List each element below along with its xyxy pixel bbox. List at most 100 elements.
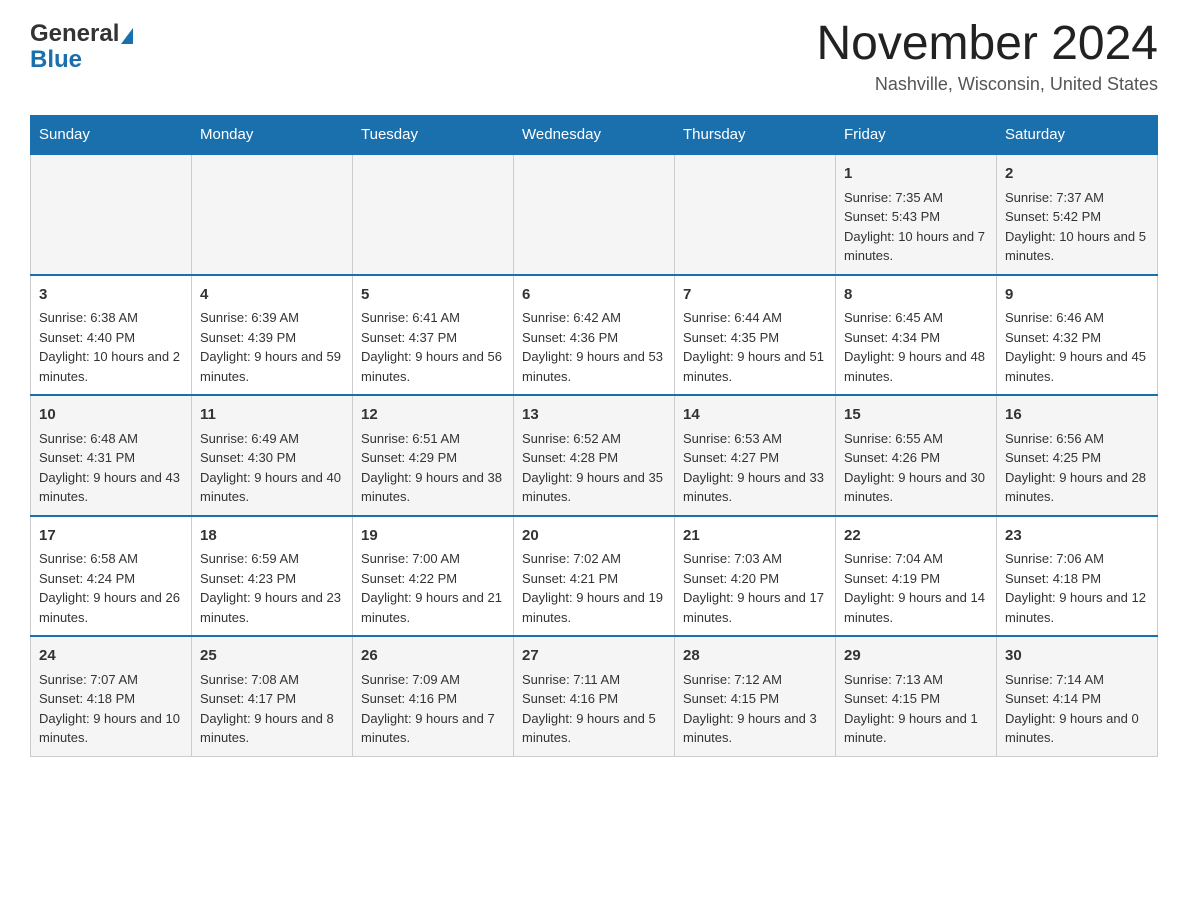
table-row: 4Sunrise: 6:39 AMSunset: 4:39 PMDaylight… <box>192 275 353 396</box>
table-row: 27Sunrise: 7:11 AMSunset: 4:16 PMDayligh… <box>514 636 675 756</box>
day-info: Daylight: 9 hours and 33 minutes. <box>683 468 827 507</box>
table-row: 2Sunrise: 7:37 AMSunset: 5:42 PMDaylight… <box>997 154 1158 275</box>
day-info: Sunrise: 7:14 AM <box>1005 670 1149 690</box>
day-info: Sunset: 4:36 PM <box>522 328 666 348</box>
day-info: Sunrise: 6:52 AM <box>522 429 666 449</box>
day-info: Sunset: 4:17 PM <box>200 689 344 709</box>
day-number: 13 <box>522 404 666 427</box>
table-row: 20Sunrise: 7:02 AMSunset: 4:21 PMDayligh… <box>514 516 675 637</box>
col-friday: Friday <box>836 116 997 155</box>
day-number: 1 <box>844 163 988 186</box>
day-number: 28 <box>683 645 827 668</box>
calendar-week-row: 1Sunrise: 7:35 AMSunset: 5:43 PMDaylight… <box>31 154 1158 275</box>
day-info: Sunrise: 6:49 AM <box>200 429 344 449</box>
col-monday: Monday <box>192 116 353 155</box>
day-number: 17 <box>39 525 183 548</box>
day-info: Sunset: 4:22 PM <box>361 569 505 589</box>
day-number: 7 <box>683 284 827 307</box>
calendar-week-row: 17Sunrise: 6:58 AMSunset: 4:24 PMDayligh… <box>31 516 1158 637</box>
table-row <box>31 154 192 275</box>
day-info: Sunset: 4:15 PM <box>844 689 988 709</box>
day-info: Sunrise: 6:48 AM <box>39 429 183 449</box>
day-info: Sunrise: 7:12 AM <box>683 670 827 690</box>
table-row: 15Sunrise: 6:55 AMSunset: 4:26 PMDayligh… <box>836 395 997 516</box>
table-row: 8Sunrise: 6:45 AMSunset: 4:34 PMDaylight… <box>836 275 997 396</box>
table-row: 12Sunrise: 6:51 AMSunset: 4:29 PMDayligh… <box>353 395 514 516</box>
day-info: Daylight: 9 hours and 0 minutes. <box>1005 709 1149 748</box>
day-info: Sunset: 4:16 PM <box>522 689 666 709</box>
day-info: Sunset: 5:42 PM <box>1005 207 1149 227</box>
table-row: 24Sunrise: 7:07 AMSunset: 4:18 PMDayligh… <box>31 636 192 756</box>
day-info: Daylight: 9 hours and 56 minutes. <box>361 347 505 386</box>
day-info: Sunrise: 6:41 AM <box>361 308 505 328</box>
day-info: Daylight: 9 hours and 21 minutes. <box>361 588 505 627</box>
day-number: 10 <box>39 404 183 427</box>
col-wednesday: Wednesday <box>514 116 675 155</box>
day-number: 20 <box>522 525 666 548</box>
table-row: 19Sunrise: 7:00 AMSunset: 4:22 PMDayligh… <box>353 516 514 637</box>
day-info: Daylight: 9 hours and 10 minutes. <box>39 709 183 748</box>
day-info: Sunset: 4:25 PM <box>1005 448 1149 468</box>
col-tuesday: Tuesday <box>353 116 514 155</box>
table-row: 9Sunrise: 6:46 AMSunset: 4:32 PMDaylight… <box>997 275 1158 396</box>
title-block: November 2024 Nashville, Wisconsin, Unit… <box>816 20 1158 95</box>
day-info: Sunrise: 6:44 AM <box>683 308 827 328</box>
day-number: 11 <box>200 404 344 427</box>
day-info: Daylight: 10 hours and 5 minutes. <box>1005 227 1149 266</box>
table-row: 18Sunrise: 6:59 AMSunset: 4:23 PMDayligh… <box>192 516 353 637</box>
day-number: 8 <box>844 284 988 307</box>
table-row: 7Sunrise: 6:44 AMSunset: 4:35 PMDaylight… <box>675 275 836 396</box>
day-info: Sunset: 4:28 PM <box>522 448 666 468</box>
day-info: Sunrise: 7:35 AM <box>844 188 988 208</box>
day-number: 22 <box>844 525 988 548</box>
table-row <box>353 154 514 275</box>
day-info: Sunrise: 7:09 AM <box>361 670 505 690</box>
day-info: Sunset: 4:37 PM <box>361 328 505 348</box>
day-info: Sunset: 4:35 PM <box>683 328 827 348</box>
day-info: Daylight: 9 hours and 48 minutes. <box>844 347 988 386</box>
day-info: Sunrise: 7:37 AM <box>1005 188 1149 208</box>
calendar-table: Sunday Monday Tuesday Wednesday Thursday… <box>30 115 1158 757</box>
table-row <box>675 154 836 275</box>
day-info: Daylight: 9 hours and 59 minutes. <box>200 347 344 386</box>
day-info: Sunset: 4:34 PM <box>844 328 988 348</box>
day-number: 26 <box>361 645 505 668</box>
day-info: Sunrise: 7:02 AM <box>522 549 666 569</box>
col-saturday: Saturday <box>997 116 1158 155</box>
day-info: Daylight: 9 hours and 7 minutes. <box>361 709 505 748</box>
page-header: General Blue November 2024 Nashville, Wi… <box>30 20 1158 95</box>
day-info: Sunrise: 7:04 AM <box>844 549 988 569</box>
table-row: 28Sunrise: 7:12 AMSunset: 4:15 PMDayligh… <box>675 636 836 756</box>
day-number: 4 <box>200 284 344 307</box>
day-info: Daylight: 9 hours and 30 minutes. <box>844 468 988 507</box>
table-row: 21Sunrise: 7:03 AMSunset: 4:20 PMDayligh… <box>675 516 836 637</box>
day-info: Sunrise: 6:39 AM <box>200 308 344 328</box>
table-row: 14Sunrise: 6:53 AMSunset: 4:27 PMDayligh… <box>675 395 836 516</box>
day-info: Sunset: 4:15 PM <box>683 689 827 709</box>
day-info: Daylight: 9 hours and 8 minutes. <box>200 709 344 748</box>
table-row: 26Sunrise: 7:09 AMSunset: 4:16 PMDayligh… <box>353 636 514 756</box>
day-info: Daylight: 10 hours and 7 minutes. <box>844 227 988 266</box>
day-info: Daylight: 9 hours and 40 minutes. <box>200 468 344 507</box>
logo-general-text: General <box>30 20 119 48</box>
day-number: 24 <box>39 645 183 668</box>
day-info: Sunrise: 7:03 AM <box>683 549 827 569</box>
day-info: Sunrise: 6:53 AM <box>683 429 827 449</box>
day-info: Sunrise: 7:06 AM <box>1005 549 1149 569</box>
day-number: 2 <box>1005 163 1149 186</box>
day-number: 30 <box>1005 645 1149 668</box>
table-row: 25Sunrise: 7:08 AMSunset: 4:17 PMDayligh… <box>192 636 353 756</box>
logo-triangle-icon <box>121 28 133 44</box>
day-number: 29 <box>844 645 988 668</box>
logo: General Blue <box>30 20 133 74</box>
location-subtitle: Nashville, Wisconsin, United States <box>816 74 1158 95</box>
day-number: 6 <box>522 284 666 307</box>
table-row: 6Sunrise: 6:42 AMSunset: 4:36 PMDaylight… <box>514 275 675 396</box>
day-number: 25 <box>200 645 344 668</box>
day-info: Sunset: 4:32 PM <box>1005 328 1149 348</box>
day-info: Sunset: 4:18 PM <box>39 689 183 709</box>
day-info: Sunrise: 6:56 AM <box>1005 429 1149 449</box>
day-info: Sunrise: 6:55 AM <box>844 429 988 449</box>
month-title: November 2024 <box>816 20 1158 68</box>
day-info: Sunrise: 7:13 AM <box>844 670 988 690</box>
